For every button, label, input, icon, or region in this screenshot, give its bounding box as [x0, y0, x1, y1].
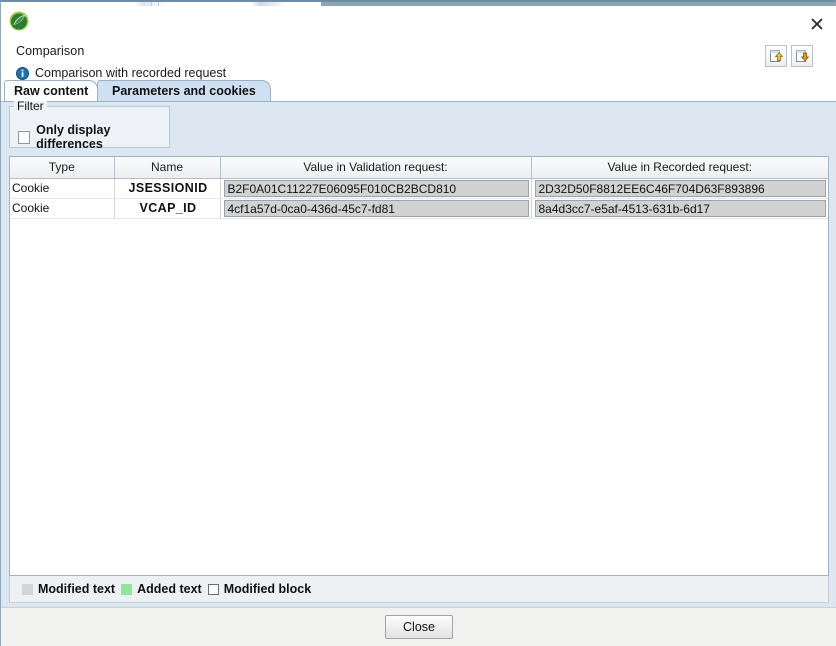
dialog-footer: Close: [1, 607, 836, 646]
green-leaf-logo-icon: [8, 10, 30, 32]
only-display-differences-label: Only display differences: [36, 123, 111, 151]
cell-name: JSESSIONID: [114, 178, 221, 199]
column-header-recorded-value[interactable]: Value in Recorded request:: [531, 157, 828, 179]
column-header-name[interactable]: Name: [114, 157, 221, 179]
column-header-type[interactable]: Type: [10, 157, 115, 179]
tab-content-panel: Filter Only display differences Type Nam…: [1, 99, 836, 607]
tab-strip: Raw content Parameters and cookies: [1, 80, 836, 101]
legend-label: Modified text: [38, 582, 116, 596]
table-row[interactable]: Cookie VCAP_ID 4cf1a57d-0ca0-436d-45c7-f…: [10, 198, 828, 219]
validation-value-text: 4cf1a57d-0ca0-436d-45c7-fd81: [223, 199, 529, 217]
table-row[interactable]: Cookie JSESSIONID B2F0A01C11227E06095F01…: [10, 178, 828, 199]
legend-item-added-text: Added text: [121, 582, 202, 596]
table-header-row: Type Name Value in Validation request: V…: [10, 157, 828, 179]
header-button-group: [765, 45, 813, 67]
added-text-swatch-icon: [121, 583, 133, 595]
subtitle-row: Comparison with recorded request: [16, 66, 226, 80]
legend-item-modified-block: Modified block: [207, 582, 312, 596]
comparison-table: Type Name Value in Validation request: V…: [10, 157, 828, 219]
subtitle-text: Comparison with recorded request: [35, 66, 227, 80]
tab-parameters-and-cookies[interactable]: Parameters and cookies: [97, 80, 271, 101]
cell-name: VCAP_ID: [114, 198, 221, 219]
diff-legend-bar: Modified text Added text Modified block: [9, 576, 829, 603]
import-down-button[interactable]: [791, 45, 813, 67]
info-icon: [16, 66, 29, 80]
filter-group: Filter Only display differences: [9, 99, 170, 151]
recorded-value-text: 2D32D50F8812EE6C46F704D63F893896: [534, 179, 826, 197]
cell-type: Cookie: [10, 198, 115, 219]
modified-block-swatch-icon: [207, 583, 219, 595]
legend-label: Added text: [137, 582, 202, 596]
comparison-dialog: Comparison Comparison with recorded requ…: [0, 0, 836, 646]
import-down-icon: [796, 50, 809, 62]
dialog-header: Comparison Comparison with recorded requ…: [1, 6, 836, 80]
only-display-differences-checkbox[interactable]: [18, 130, 31, 144]
export-up-icon: [770, 50, 783, 62]
cell-validation-value: 4cf1a57d-0ca0-436d-45c7-fd81: [220, 198, 532, 219]
cell-recorded-value: 8a4d3cc7-e5af-4513-631b-6d17: [531, 198, 828, 219]
only-display-differences-row[interactable]: Only display differences: [18, 123, 169, 151]
column-header-validation-value[interactable]: Value in Validation request:: [220, 157, 532, 179]
legend-item-modified-text: Modified text: [22, 582, 115, 596]
filter-group-legend: Filter: [14, 99, 47, 113]
modified-text-swatch-icon: [22, 583, 33, 595]
cell-recorded-value: 2D32D50F8812EE6C46F704D63F893896: [531, 178, 828, 199]
export-up-button[interactable]: [765, 45, 787, 67]
close-button[interactable]: Close: [385, 615, 453, 639]
tab-raw-content[interactable]: Raw content: [4, 80, 99, 101]
close-window-icon[interactable]: [806, 13, 828, 35]
cell-validation-value: B2F0A01C11227E06095F010CB2BCD810: [220, 178, 532, 199]
comparison-table-container[interactable]: Type Name Value in Validation request: V…: [9, 156, 829, 576]
legend-label: Modified block: [223, 582, 312, 596]
validation-value-text: B2F0A01C11227E06095F010CB2BCD810: [223, 179, 529, 197]
cell-type: Cookie: [10, 178, 115, 199]
recorded-value-text: 8a4d3cc7-e5af-4513-631b-6d17: [534, 199, 826, 217]
page-title: Comparison: [16, 44, 85, 58]
